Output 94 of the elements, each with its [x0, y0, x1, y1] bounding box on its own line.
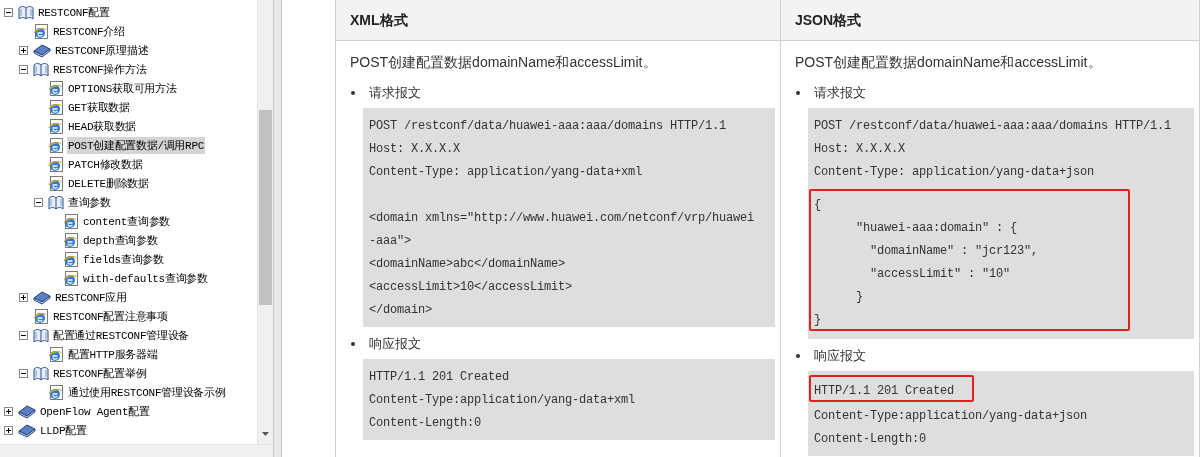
page-icon	[63, 213, 79, 230]
book-icon	[33, 290, 51, 305]
page-icon	[48, 346, 64, 363]
tree-item[interactable]: DELETE删除数据	[67, 175, 150, 192]
tree-item[interactable]: RESTCONF配置	[37, 4, 111, 21]
page-icon	[48, 175, 64, 192]
tree-item[interactable]: LLDP配置	[39, 422, 88, 439]
code-line: <domain xmlns="http://www.huawei.com/netconf/vrp/huawei	[369, 211, 755, 225]
page-icon	[48, 118, 64, 135]
code-line: POST /restconf/data/huawei-aaa:aaa/domains HTTP/1.1	[369, 119, 727, 133]
code-line: Content-Type:application/yang-data+json	[814, 409, 1088, 423]
scroll-down-icon[interactable]	[262, 432, 269, 436]
tree-item[interactable]: POST创建配置数据/调用RPC	[67, 137, 205, 154]
bullet-icon	[351, 342, 355, 346]
collapse-icon[interactable]	[19, 331, 28, 340]
tree-item[interactable]: RESTCONF原理描述	[54, 42, 150, 59]
tree-item[interactable]: PATCH修改数据	[67, 156, 144, 173]
tree-item[interactable]: depth查询参数	[82, 232, 159, 249]
code-line: POST /restconf/data/huawei-aaa:aaa/domains HTTP/1.1	[814, 119, 1172, 133]
tree-item[interactable]: OPTIONS获取可用方法	[67, 80, 178, 97]
code-line: Content-Type:application/yang-data+xml	[369, 393, 636, 407]
expand-icon[interactable]	[19, 293, 28, 302]
column-heading: XML格式	[336, 0, 780, 41]
page-icon	[48, 137, 64, 154]
page-icon	[48, 156, 64, 173]
bullet-icon	[796, 91, 800, 95]
page-icon	[63, 270, 79, 287]
tree-item[interactable]: RESTCONF应用	[54, 289, 128, 306]
tree-item[interactable]: 配置HTTP服务器端	[67, 346, 159, 363]
bullet-icon	[351, 91, 355, 95]
tree-item[interactable]: 查询参数	[67, 194, 112, 211]
tree-item[interactable]: with-defaults查询参数	[82, 270, 209, 287]
collapse-icon[interactable]	[19, 65, 28, 74]
tree-item[interactable]: RESTCONF操作方法	[52, 61, 148, 78]
collapse-icon[interactable]	[4, 8, 13, 17]
page-icon	[33, 23, 49, 40]
code-line: "huawei-aaa:domain" : {	[855, 221, 1018, 235]
section-label: 响应报文	[369, 335, 421, 353]
code-line: -aaa">	[369, 234, 411, 248]
open-book-icon	[33, 328, 49, 343]
page-icon	[63, 232, 79, 249]
vertical-scrollbar[interactable]	[257, 0, 273, 444]
page-icon	[63, 251, 79, 268]
open-book-icon	[18, 5, 34, 20]
code-line: Content-Length:0	[814, 432, 927, 446]
open-book-icon	[33, 366, 49, 381]
collapse-icon[interactable]	[34, 198, 43, 207]
page-icon	[48, 80, 64, 97]
expand-icon[interactable]	[19, 46, 28, 55]
code-line: Content-Type: application/yang-data+xml	[369, 165, 643, 179]
page-icon	[48, 99, 64, 116]
page-icon	[48, 384, 64, 401]
tree-item[interactable]: OpenFlow Agent配置	[39, 403, 151, 420]
code-line: Content-Length:0	[369, 416, 482, 430]
expand-icon[interactable]	[4, 407, 13, 416]
tree-item[interactable]: RESTCONF介绍	[52, 23, 126, 40]
code-line: HTTP/1.1 201 Created	[369, 370, 510, 384]
code-line: <domainName>abc</domainName>	[369, 257, 566, 271]
open-book-icon	[33, 62, 49, 77]
section-label: 请求报文	[814, 84, 866, 102]
description-text: POST创建配置数据domainName和accessLimit。	[795, 54, 1103, 72]
expand-icon[interactable]	[4, 426, 13, 435]
open-book-icon	[48, 195, 64, 210]
code-line: {	[814, 198, 821, 212]
tree-item[interactable]: 配置通过RESTCONF管理设备	[52, 327, 190, 344]
code-line: Host: X.X.X.X	[814, 142, 905, 156]
description-text: POST创建配置数据domainName和accessLimit。	[350, 54, 658, 72]
section-label: 响应报文	[814, 347, 866, 365]
code-line: "accessLimit" : "10"	[869, 267, 1011, 281]
horizontal-scrollbar[interactable]	[0, 444, 273, 457]
tree-item[interactable]: RESTCONF配置举例	[52, 365, 148, 382]
tree-item[interactable]: RESTCONF配置注意事项	[52, 308, 169, 325]
section-label: 请求报文	[369, 84, 421, 102]
collapse-icon[interactable]	[19, 369, 28, 378]
page-icon	[33, 308, 49, 325]
book-icon	[33, 43, 51, 58]
scrollbar-thumb[interactable]	[259, 110, 272, 305]
tree-item[interactable]: fields查询参数	[82, 251, 165, 268]
code-line: <accessLimit>10</accessLimit>	[369, 280, 573, 294]
book-icon	[18, 423, 36, 438]
code-line: </domain>	[369, 303, 432, 317]
tree-item[interactable]: GET获取数据	[67, 99, 131, 116]
book-icon	[18, 404, 36, 419]
column-heading: JSON格式	[781, 0, 1199, 41]
code-line: }	[814, 313, 821, 327]
bullet-icon	[796, 354, 800, 358]
code-line: HTTP/1.1 201 Created	[814, 384, 955, 398]
code-line: }	[855, 290, 863, 304]
code-line: Host: X.X.X.X	[369, 142, 460, 156]
tree-item[interactable]: 通过使用RESTCONF管理设备示例	[67, 384, 227, 401]
tree-item[interactable]: HEAD获取数据	[67, 118, 137, 135]
code-line: Content-Type: application/yang-data+json	[814, 165, 1095, 179]
code-line: "domainName" : "jcr123",	[869, 244, 1039, 258]
tree-item[interactable]: content查询参数	[82, 213, 171, 230]
